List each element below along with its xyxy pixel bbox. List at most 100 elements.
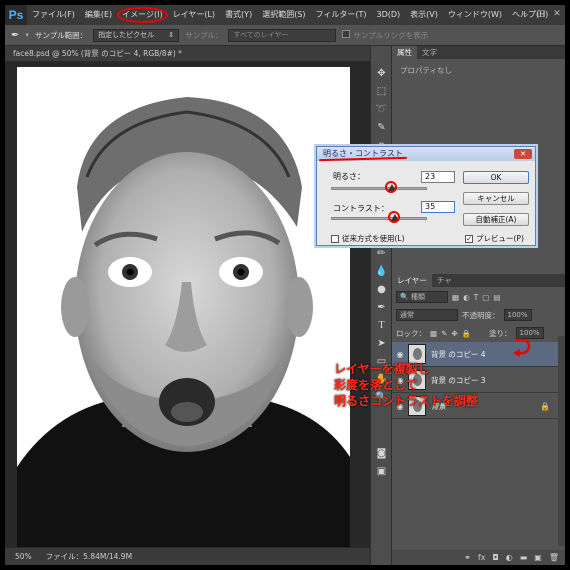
menu-bar: Ps ファイル(F) 編集(E) イメージ(I) レイヤー(L) 書式(Y) 選… <box>5 5 565 25</box>
properties-empty-text: プロパティなし <box>400 66 453 75</box>
menu-filter[interactable]: フィルター(T) <box>311 5 372 25</box>
layer-filter-select[interactable]: 🔍 種類 <box>396 291 448 303</box>
filter-shape-icon[interactable]: ▢ <box>482 293 489 302</box>
menu-type[interactable]: 書式(Y) <box>220 5 257 25</box>
zoom-level[interactable]: 50% <box>15 552 32 561</box>
brightness-input[interactable]: 23 <box>421 171 455 183</box>
contrast-slider[interactable] <box>331 214 427 221</box>
annotation-circle <box>388 211 401 223</box>
dialog-title: 明るさ・コントラスト <box>323 149 403 158</box>
filter-adjust-icon[interactable]: ◐ <box>463 293 470 302</box>
annotation-circle <box>384 181 397 193</box>
properties-tabs: 属性 文字 <box>392 46 565 59</box>
blur-tool-icon[interactable]: 💧 <box>373 264 390 279</box>
menu-file[interactable]: ファイル(F) <box>27 5 80 25</box>
quick-mask-icon[interactable]: ◙ <box>373 446 390 461</box>
path-select-tool-icon[interactable]: ➤ <box>373 336 390 351</box>
maximize-icon[interactable]: □ <box>535 8 547 20</box>
annotation-line: 彩度を落として <box>334 378 418 392</box>
sample-layers-value: すべてのレイヤー <box>233 30 289 39</box>
chevron-down-icon: ⇕ <box>168 30 175 39</box>
preview-checkbox[interactable]: ✓ <box>465 234 473 243</box>
layers-scrollbar[interactable] <box>558 336 565 546</box>
sampling-ring-toggle[interactable]: サンプルリングを表示 <box>342 29 429 41</box>
lock-all-icon[interactable]: 🔒 <box>462 329 471 338</box>
tab-properties[interactable]: 属性 <box>392 46 417 59</box>
lock-icon: 🔒 <box>540 401 550 411</box>
menu-layer[interactable]: レイヤー(L) <box>168 5 220 25</box>
tab-character[interactable]: 文字 <box>417 46 442 59</box>
opacity-label: 不透明度： <box>462 310 500 320</box>
lock-position-icon[interactable]: ✥ <box>451 329 457 338</box>
lock-pixels-icon[interactable]: ✎ <box>441 329 447 338</box>
window-controls: – □ ✕ <box>519 8 563 20</box>
menu-3d[interactable]: 3D(D) <box>372 5 406 25</box>
move-tool-icon[interactable]: ✥ <box>373 66 390 81</box>
brightness-slider[interactable] <box>331 184 427 191</box>
adjustment-layer-icon[interactable]: ◐ <box>506 553 513 562</box>
menu-view[interactable]: 表示(V) <box>405 5 443 25</box>
close-icon[interactable]: ✕ <box>551 8 563 20</box>
preview-label: プレビュー(P) <box>476 234 524 243</box>
menu-edit[interactable]: 編集(E) <box>80 5 117 25</box>
app-window: Ps ファイル(F) 編集(E) イメージ(I) レイヤー(L) 書式(Y) 選… <box>5 5 565 565</box>
layer-style-icon[interactable]: fx <box>478 553 486 562</box>
new-layer-icon[interactable]: ▣ <box>534 553 542 562</box>
blend-row: 通常 不透明度： 100% <box>396 308 532 322</box>
minimize-icon[interactable]: – <box>519 8 531 20</box>
cancel-button[interactable]: キャンセル <box>463 192 529 205</box>
document-tab[interactable]: face8.psd @ 50% (背景 のコピー 4, RGB/8#) * <box>5 46 370 62</box>
canvas-area <box>5 62 370 547</box>
layer-filter-row: 🔍 種類 ▦ ◐ T ▢ ▤ <box>396 290 500 304</box>
photo-canvas[interactable] <box>17 67 350 547</box>
pen-tool-icon[interactable]: ✒ <box>373 300 390 315</box>
link-layers-icon[interactable]: ⚭ <box>464 553 471 562</box>
ok-button[interactable]: OK <box>463 171 529 184</box>
opacity-input[interactable]: 100% <box>503 309 532 321</box>
file-size-info: ファイル：5.84M/14.9M <box>45 552 133 561</box>
legacy-checkbox[interactable] <box>331 234 339 243</box>
filter-image-icon[interactable]: ▦ <box>452 293 459 302</box>
layers-footer: ⚭ fx ◘ ◐ ▬ ▣ 🗑 <box>392 550 565 565</box>
eye-icon[interactable]: ◉ <box>392 350 408 359</box>
menu-select[interactable]: 選択範囲(S) <box>257 5 310 25</box>
tool-preset-chevron-icon[interactable]: ▾ <box>25 31 29 39</box>
sample-size-value: 指定したピクセル <box>98 30 155 39</box>
lock-transparency-icon[interactable]: ▩ <box>430 329 437 338</box>
new-group-icon[interactable]: ▬ <box>520 553 528 562</box>
dialog-titlebar[interactable]: 明るさ・コントラスト ✕ <box>317 147 535 161</box>
filter-type-icon[interactable]: T <box>474 293 479 302</box>
lasso-tool-icon[interactable]: ➰ <box>373 102 390 117</box>
legacy-label: 従来方式を使用(L) <box>342 234 405 243</box>
menu-window[interactable]: ウィンドウ(W) <box>443 5 507 25</box>
close-icon[interactable]: ✕ <box>514 149 532 159</box>
photoshop-logo: Ps <box>5 5 27 25</box>
filter-smart-icon[interactable]: ▤ <box>493 293 500 302</box>
legacy-checkbox-row[interactable]: 従来方式を使用(L) <box>331 233 405 244</box>
screen-mode-icon[interactable]: ▣ <box>373 464 390 479</box>
blend-mode-select[interactable]: 通常 <box>396 309 458 321</box>
lock-label: ロック： <box>396 328 426 338</box>
trash-icon[interactable]: 🗑 <box>549 553 559 562</box>
add-mask-icon[interactable]: ◘ <box>492 553 498 562</box>
type-tool-icon[interactable]: T <box>373 318 390 333</box>
sampling-ring-checkbox[interactable] <box>342 29 351 38</box>
layer-filter-label: 種類 <box>410 293 425 301</box>
layer-name: 背景 のコピー 4 <box>431 349 486 359</box>
auto-button[interactable]: 自動補正(A) <box>463 213 529 226</box>
quick-select-tool-icon[interactable]: ✎ <box>373 120 390 135</box>
sampling-ring-label: サンプルリングを表示 <box>353 30 429 40</box>
sample-layers-select[interactable]: すべてのレイヤー <box>228 28 337 42</box>
preview-checkbox-row[interactable]: ✓ プレビュー(P) <box>465 233 524 244</box>
sample-size-select[interactable]: 指定したピクセル ⇕ <box>93 28 180 42</box>
menu-image[interactable]: イメージ(I) <box>117 5 169 25</box>
eyedropper-tool-icon[interactable]: ✒ <box>11 30 19 41</box>
brush-tool-icon[interactable]: ✏ <box>373 246 390 261</box>
tab-channels[interactable]: チャ <box>432 274 457 287</box>
contrast-input[interactable]: 35 <box>421 201 455 213</box>
fill-label: 塗り： <box>489 328 512 338</box>
dodge-tool-icon[interactable]: ● <box>373 282 390 297</box>
marquee-tool-icon[interactable]: ⬚ <box>373 84 390 99</box>
tab-layers[interactable]: レイヤー <box>392 274 432 287</box>
options-bar: ✒ ▾ サンプル範囲： 指定したピクセル ⇕ サンプル： すべてのレイヤー サンプ… <box>5 25 565 46</box>
